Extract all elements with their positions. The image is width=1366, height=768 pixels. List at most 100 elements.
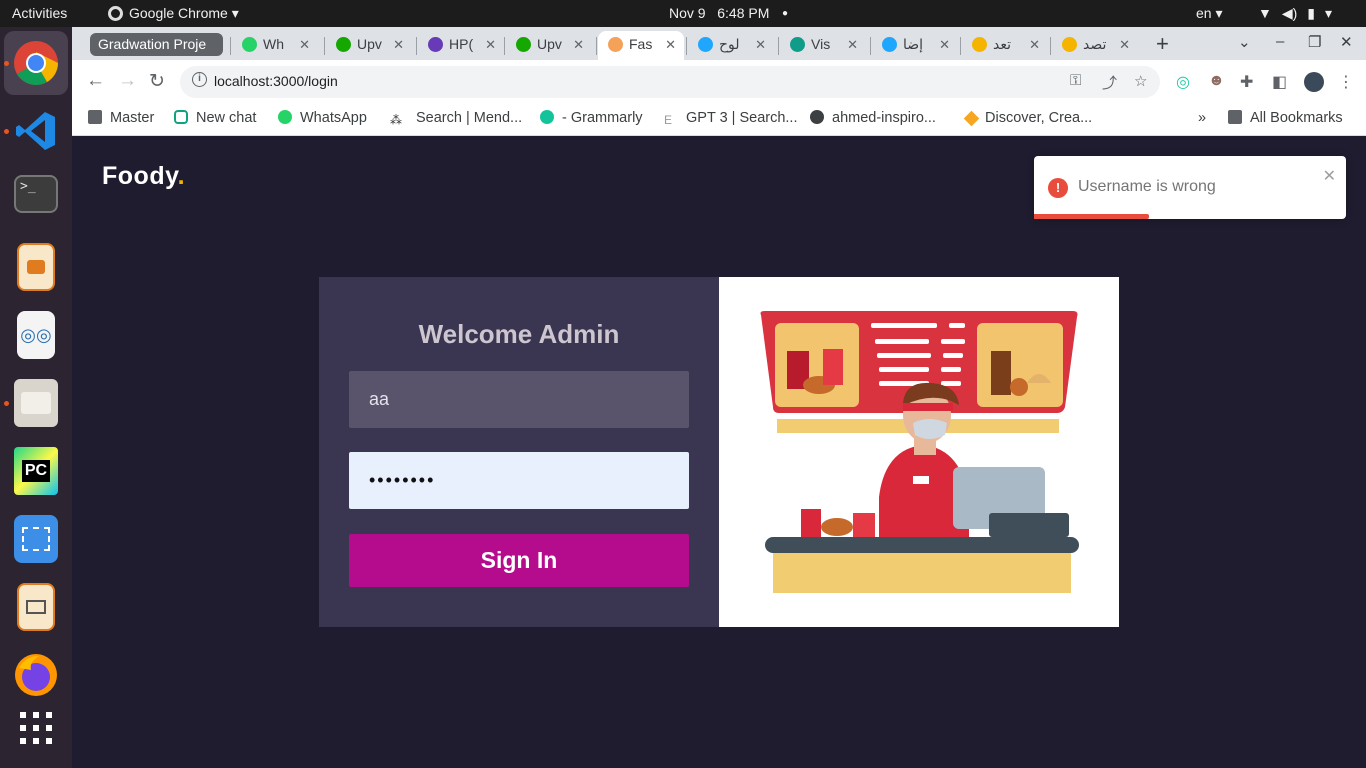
browser-tab[interactable]: Upv ✕ — [506, 31, 592, 60]
system-status-menu[interactable]: ▼ ◀) ▮ ▾ — [1258, 0, 1342, 27]
tab-group-label[interactable]: Gradwation Proje — [90, 33, 223, 56]
globe-icon — [810, 110, 824, 124]
tab-separator — [960, 37, 961, 55]
document-viewer-icon[interactable]: ◎◎ — [17, 311, 55, 359]
whatsapp-icon — [278, 110, 292, 124]
tab-close-icon[interactable]: ✕ — [1029, 31, 1040, 58]
tab-close-icon[interactable]: ✕ — [755, 31, 766, 58]
key-icon[interactable]: ⚿ — [1070, 72, 1081, 89]
logo-text: Foody — [102, 162, 178, 190]
profile-avatar[interactable] — [1304, 72, 1324, 97]
bookmark-label: Master — [110, 110, 155, 126]
pycharm-icon[interactable]: PC — [14, 447, 58, 495]
browser-tab[interactable]: HP(✕ — [418, 31, 504, 60]
app-menu[interactable]: Google Chrome ▾ — [108, 0, 239, 27]
tab-close-icon[interactable]: ✕ — [1119, 31, 1130, 58]
tab-separator — [870, 37, 871, 55]
app-menu-label: Google Chrome ▾ — [129, 5, 239, 21]
tab-close-icon[interactable]: ✕ — [665, 31, 676, 58]
share-icon[interactable]: ⤴ — [1102, 72, 1117, 93]
username-input[interactable] — [349, 371, 689, 428]
slide-shape-icon — [27, 260, 45, 274]
forward-button[interactable]: → — [118, 70, 137, 92]
menu-dots-icon[interactable]: ⋮ — [1338, 72, 1354, 92]
tab-close-icon[interactable]: ✕ — [847, 31, 858, 58]
cashier-illustration — [760, 311, 1079, 593]
bookmark-label: GPT 3 | Search... — [686, 110, 798, 126]
close-window-button[interactable]: ✕ — [1340, 33, 1353, 51]
address-bar[interactable]: i localhost:3000/login ⚿ ⤴ ☆ — [180, 66, 1160, 98]
app-grid-icon[interactable] — [12, 711, 60, 759]
minimize-button[interactable]: – — [1276, 33, 1284, 50]
extension-ring-icon[interactable]: ◎ — [1176, 72, 1190, 92]
browser-tab[interactable]: تعد ✕ — [962, 31, 1048, 60]
tab-close-icon[interactable]: ✕ — [939, 31, 950, 58]
tab-close-icon[interactable]: ✕ — [573, 31, 584, 58]
vscode-icon[interactable] — [12, 107, 60, 155]
browser-tab[interactable]: إضا ✕ — [872, 31, 958, 60]
error-toast[interactable]: ! Username is wrong ✕ — [1034, 156, 1346, 219]
browser-tab[interactable]: Wh ✕ — [232, 31, 318, 60]
terminal-icon[interactable]: >_ — [14, 175, 58, 213]
browser-tab[interactable]: Upv ✕ — [326, 31, 412, 60]
wifi-icon: ▼ — [1258, 5, 1272, 21]
language-indicator[interactable]: en ▾ — [1196, 0, 1223, 27]
bookmark-discover[interactable]: Discover, Crea... — [963, 110, 1092, 127]
back-button[interactable]: ← — [86, 70, 105, 92]
chrome-icon[interactable] — [12, 39, 60, 87]
bookmark-star-icon[interactable]: ☆ — [1134, 72, 1147, 90]
toast-progress-bar — [1034, 214, 1150, 219]
bookmark-master[interactable]: Master — [88, 110, 154, 126]
tab-favicon-icon — [516, 37, 531, 52]
close-icon[interactable]: ✕ — [1323, 166, 1336, 186]
password-input[interactable] — [349, 452, 689, 509]
new-tab-button[interactable]: + — [1156, 31, 1169, 57]
screenshot-icon[interactable] — [14, 515, 58, 563]
bookmarks-overflow-button[interactable]: » — [1198, 110, 1206, 126]
browser-tab[interactable]: تصد ✕ — [1052, 31, 1138, 60]
clock[interactable]: Nov 9 6:48 PM — [669, 0, 769, 27]
browser-tab[interactable]: لوح ✕ — [688, 31, 774, 60]
all-bookmarks-button[interactable]: All Bookmarks — [1228, 110, 1343, 126]
bookmark-mendeley[interactable]: ⁂ Search | Mend... — [390, 110, 522, 127]
browser-tab[interactable]: Fas ✕ — [598, 31, 684, 60]
page-viewport: Foody. ! Username is wrong ✕ Welcome Adm… — [72, 136, 1366, 768]
site-logo[interactable]: Foody. — [102, 162, 185, 191]
time: 6:48 PM — [717, 5, 770, 21]
letter-e-icon: E — [664, 113, 673, 127]
tab-favicon-icon — [972, 37, 987, 52]
tab-favicon-icon — [698, 37, 713, 52]
tab-close-icon[interactable]: ✕ — [299, 31, 310, 58]
bookmark-new-chat[interactable]: New chat — [174, 110, 256, 126]
volume-icon: ◀) — [1281, 5, 1298, 21]
extension-mascot-icon[interactable]: ☻ — [1208, 72, 1225, 90]
folder-icon — [1228, 110, 1242, 124]
tab-close-icon[interactable]: ✕ — [393, 31, 404, 58]
tab-search-chevron-icon[interactable]: ⌄ — [1238, 33, 1251, 51]
maximize-button[interactable]: ❐ — [1308, 33, 1321, 51]
tab-close-icon[interactable]: ✕ — [485, 31, 496, 58]
chevron-down-icon: ▾ — [1325, 5, 1333, 21]
bookmark-ahmed[interactable]: ahmed-inspiro... — [810, 110, 936, 126]
reload-button[interactable]: ↻ — [149, 70, 165, 93]
tab-favicon-icon — [1062, 37, 1077, 52]
presentation-icon[interactable] — [17, 583, 55, 631]
site-info-icon[interactable]: i — [192, 72, 207, 87]
extensions-puzzle-icon[interactable]: ✚ — [1240, 72, 1253, 92]
activities-button[interactable]: Activities — [12, 0, 67, 27]
tab-separator — [504, 37, 505, 55]
tab-favicon-icon — [336, 37, 351, 52]
bookmark-grammarly[interactable]: - Grammarly — [540, 110, 643, 126]
bookmark-label: New chat — [196, 110, 257, 126]
chart-board-icon — [26, 600, 46, 614]
toast-message: Username is wrong — [1078, 178, 1216, 195]
files-icon[interactable] — [14, 379, 58, 427]
bookmark-whatsapp[interactable]: WhatsApp — [278, 110, 367, 126]
browser-tab[interactable]: Vis ✕ — [780, 31, 866, 60]
bookmark-gpt3[interactable]: E GPT 3 | Search... — [664, 110, 798, 127]
sign-in-button[interactable]: Sign In — [349, 534, 689, 587]
impress-icon[interactable] — [17, 243, 55, 291]
firefox-icon[interactable] — [12, 651, 60, 699]
url-text[interactable]: localhost:3000/login — [214, 73, 338, 89]
side-panel-icon[interactable]: ◧ — [1272, 72, 1287, 92]
